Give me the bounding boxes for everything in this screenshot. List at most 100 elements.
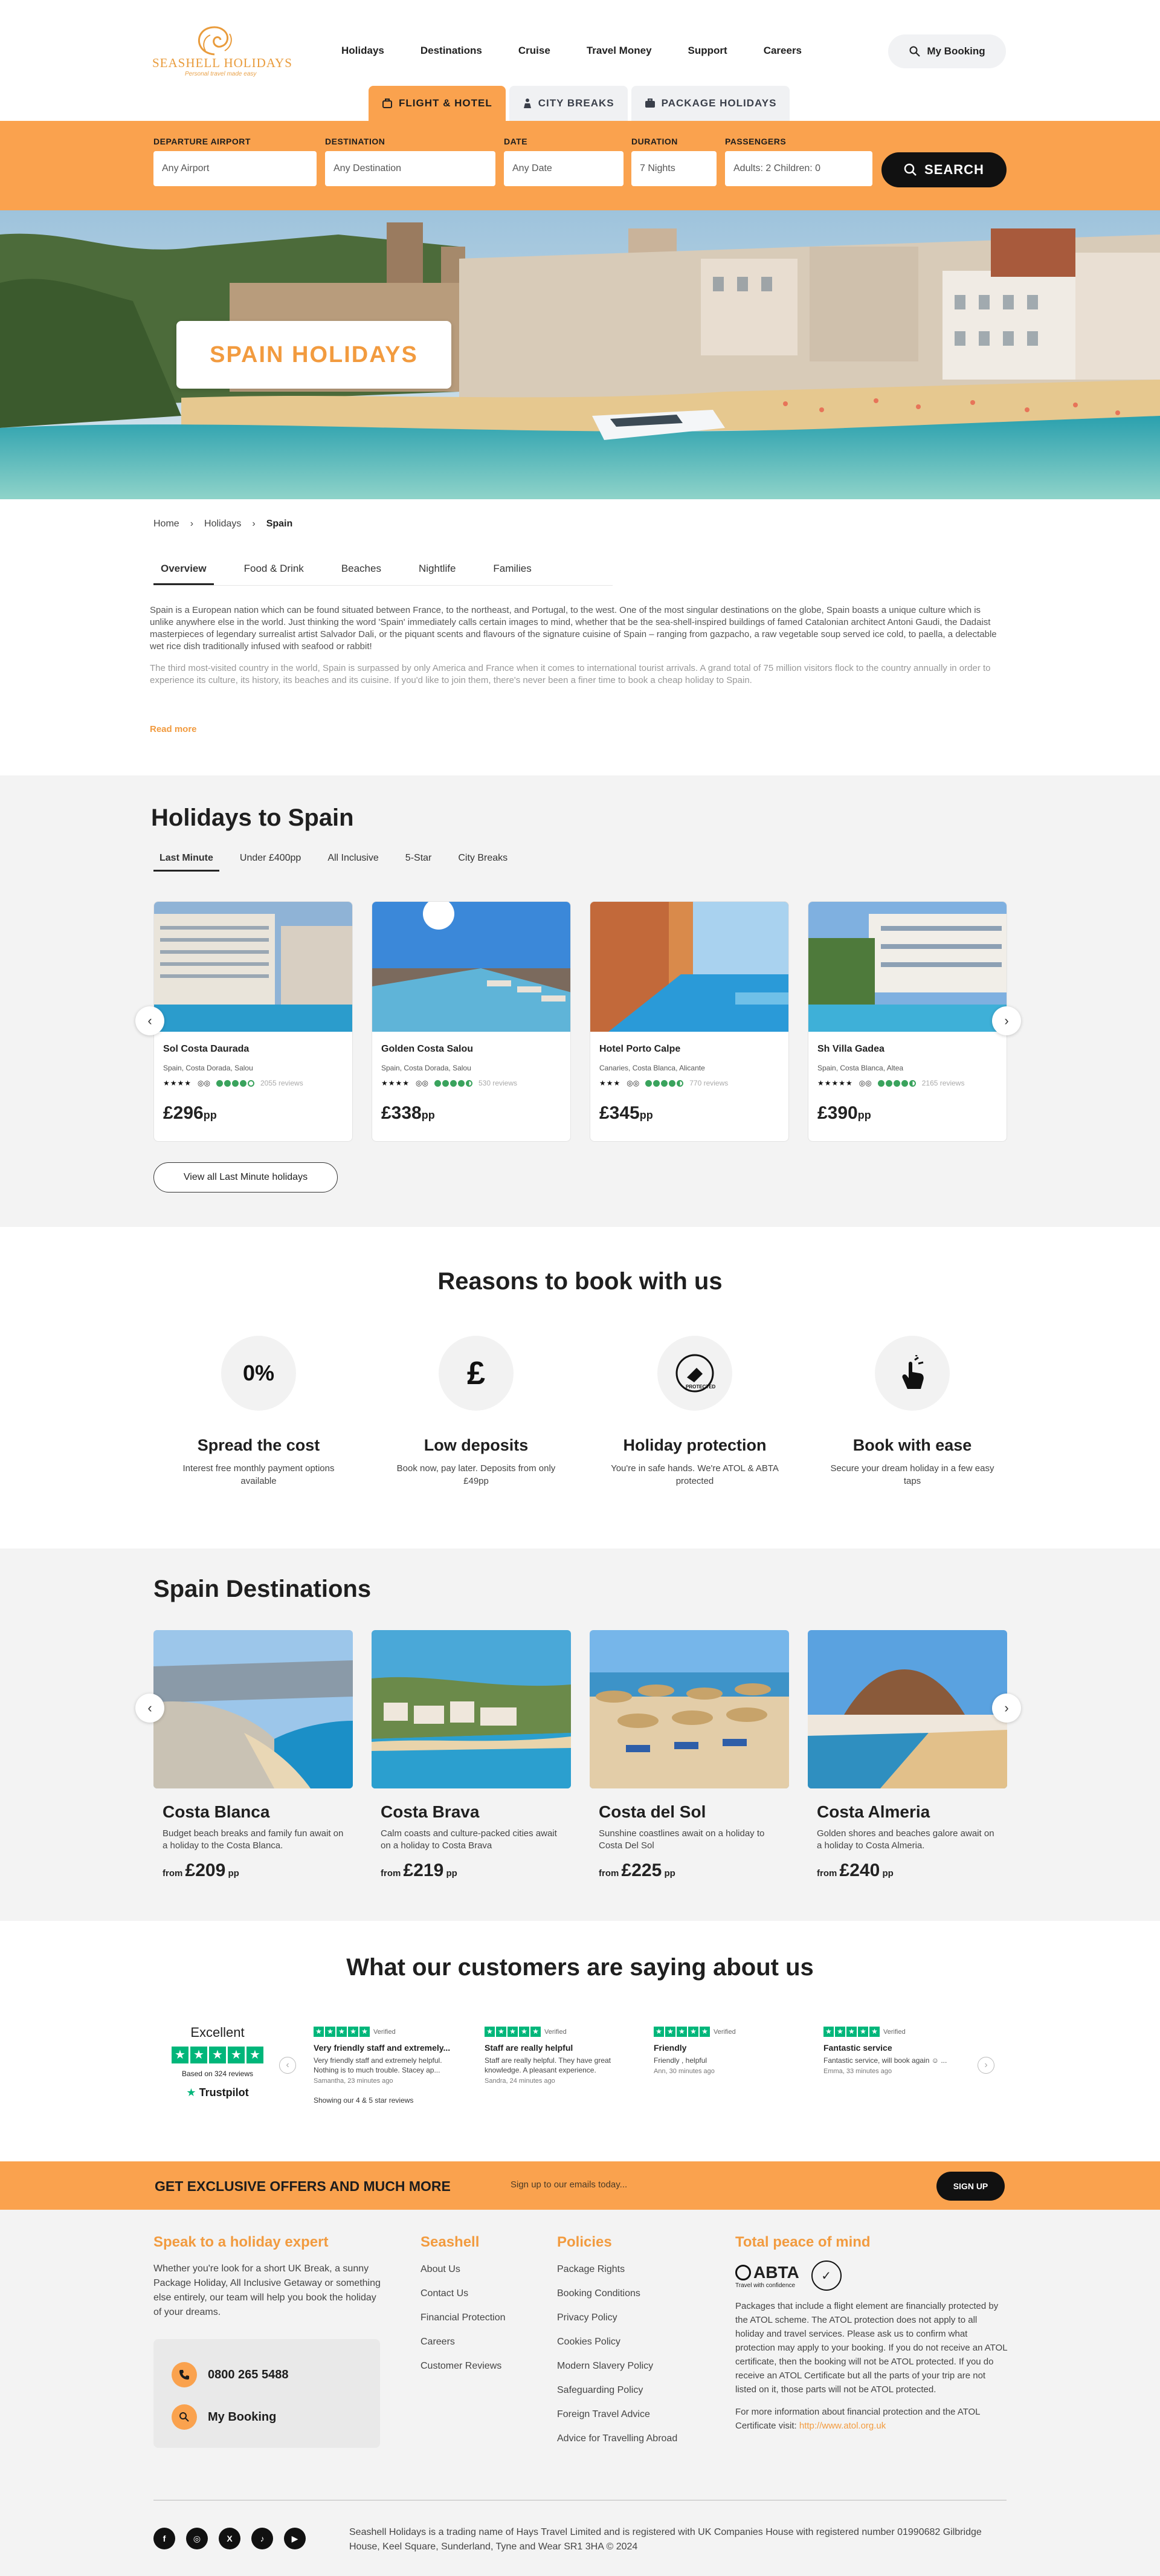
- reviews-next-button[interactable]: ›: [978, 2057, 994, 2074]
- review-card[interactable]: ★ ★ ★ ★ ★ Verified Very friendly staff and ex…: [314, 2027, 465, 2085]
- destination-card[interactable]: Costa Almeria Golden shores and beaches …: [808, 1630, 1007, 1884]
- nav-travel-money[interactable]: Travel Money: [569, 45, 670, 57]
- tab-last-minute[interactable]: Last Minute: [153, 850, 219, 872]
- view-all-button[interactable]: View all Last Minute holidays: [153, 1162, 338, 1193]
- tab-overview[interactable]: Overview: [153, 558, 214, 585]
- price-unit: pp: [882, 1868, 894, 1879]
- footer-link-modern-slavery[interactable]: Modern Slavery Policy: [557, 2361, 677, 2372]
- review-card[interactable]: ★ ★ ★ ★ ★ Verified Friendly Friendly , helpfu…: [654, 2027, 805, 2075]
- passengers-select[interactable]: Adults: 2 Children: 0: [725, 151, 872, 186]
- carousel-next-button[interactable]: ›: [992, 1694, 1021, 1723]
- tab-all-inclusive[interactable]: All Inclusive: [321, 850, 384, 872]
- tab-5-star[interactable]: 5-Star: [399, 850, 438, 872]
- percent-icon: 0%: [221, 1336, 296, 1411]
- price-value: £345: [599, 1103, 640, 1123]
- date-field: DATE Any Date: [504, 137, 624, 186]
- tiktok-icon[interactable]: ♪: [251, 2528, 273, 2549]
- footer-expert-title: Speak to a holiday expert: [153, 2234, 329, 2250]
- price-value: £240: [839, 1860, 880, 1880]
- destination-price: from £225 pp: [599, 1860, 780, 1881]
- trustpilot-summary[interactable]: Excellent ★ ★ ★ ★ ★ Based on 324 reviews ★ T…: [166, 2025, 269, 2099]
- abta-logo-sub: Travel with confidence: [735, 2282, 796, 2289]
- destination-card[interactable]: Costa Brava Calm coasts and culture-pack…: [372, 1630, 571, 1884]
- logo-wordmark: SEASHELL HOLIDAYS: [152, 56, 292, 70]
- breadcrumb-holidays[interactable]: Holidays: [204, 519, 241, 529]
- destination-name: Costa del Sol: [599, 1802, 706, 1821]
- footer-link-booking-conditions[interactable]: Booking Conditions: [557, 2288, 677, 2299]
- footer-link-careers[interactable]: Careers: [420, 2337, 506, 2348]
- tab-flight-hotel[interactable]: FLIGHT & HOTEL: [369, 86, 506, 121]
- tab-under-400[interactable]: Under £400pp: [234, 850, 307, 872]
- read-more-link[interactable]: Read more: [150, 724, 197, 734]
- holiday-card[interactable]: Golden Costa Salou Spain, Costa Dorada, …: [372, 901, 571, 1142]
- accreditation-logos: ABTA Travel with confidence ✓: [735, 2260, 1007, 2291]
- nav-cruise[interactable]: Cruise: [500, 45, 569, 57]
- destination-card[interactable]: Costa Blanca Budget beach breaks and fam…: [153, 1630, 353, 1884]
- breadcrumb-home[interactable]: Home: [153, 519, 179, 529]
- footer-booking-link[interactable]: My Booking: [172, 2404, 276, 2430]
- departure-field: DEPARTURE AIRPORT Any Airport: [153, 137, 317, 186]
- nav-holidays[interactable]: Holidays: [341, 45, 402, 57]
- footer-link-foreign-travel[interactable]: Foreign Travel Advice: [557, 2409, 677, 2420]
- nav-support[interactable]: Support: [670, 45, 746, 57]
- carousel-prev-button[interactable]: ‹: [135, 1006, 164, 1035]
- atol-link[interactable]: http://www.atol.org.uk: [799, 2421, 886, 2431]
- nav-careers[interactable]: Careers: [746, 45, 820, 57]
- newsletter-email-input[interactable]: Sign up to our emails today...: [511, 2180, 627, 2190]
- nav-destinations[interactable]: Destinations: [402, 45, 500, 57]
- date-select[interactable]: Any Date: [504, 151, 624, 186]
- facebook-icon[interactable]: f: [153, 2528, 175, 2549]
- tab-city-breaks[interactable]: CITY BREAKS: [509, 86, 628, 121]
- holiday-card[interactable]: Sol Costa Daurada Spain, Costa Dorada, S…: [153, 901, 353, 1142]
- holiday-card[interactable]: Sh Villa Gadea Spain, Costa Blanca, Alte…: [808, 901, 1007, 1142]
- destination-select[interactable]: Any Destination: [325, 151, 495, 186]
- hero-image: [0, 210, 1160, 499]
- footer-link-financial-protection[interactable]: Financial Protection: [420, 2312, 506, 2323]
- holiday-card[interactable]: Hotel Porto Calpe Canaries, Costa Blanca…: [590, 901, 789, 1142]
- footer-seashell-links: Seashell About Us Contact Us Financial P…: [420, 2234, 506, 2372]
- destination-card[interactable]: Costa del Sol Sunshine coastlines await …: [590, 1630, 789, 1884]
- duration-select[interactable]: 7 Nights: [631, 151, 717, 186]
- my-booking-button[interactable]: My Booking: [888, 34, 1006, 68]
- tab-package-holidays[interactable]: PACKAGE HOLIDAYS: [631, 86, 790, 121]
- tab-city-breaks-holidays[interactable]: City Breaks: [452, 850, 514, 872]
- sign-up-button[interactable]: SIGN UP: [936, 2172, 1005, 2201]
- review-card[interactable]: ★ ★ ★ ★ ★ Verified Staff are really helpful S…: [485, 2027, 636, 2085]
- newsletter-bar: GET EXCLUSIVE OFFERS AND MUCH MORE Sign …: [0, 2161, 1160, 2210]
- footer-link-cookies[interactable]: Cookies Policy: [557, 2337, 677, 2348]
- carousel-next-button[interactable]: ›: [992, 1006, 1021, 1035]
- logo[interactable]: SEASHELL HOLIDAYS Personal travel made e…: [151, 24, 292, 82]
- tab-nightlife[interactable]: Nightlife: [411, 558, 463, 585]
- verified-badge: Verified: [714, 2028, 736, 2036]
- reason-title: Spread the cost: [197, 1436, 320, 1454]
- footer-link-reviews[interactable]: Customer Reviews: [420, 2361, 506, 2372]
- tab-beaches[interactable]: Beaches: [334, 558, 388, 585]
- reviews-prev-button[interactable]: ‹: [279, 2057, 296, 2074]
- review-card[interactable]: ★ ★ ★ ★ ★ Verified Fantastic service Fantasti…: [823, 2027, 975, 2075]
- holiday-cards: Sol Costa Daurada Spain, Costa Dorada, S…: [153, 901, 1007, 1142]
- reason-item: Book with ease Secure your dream holiday…: [828, 1336, 997, 1487]
- footer-link-privacy[interactable]: Privacy Policy: [557, 2312, 677, 2323]
- departure-select[interactable]: Any Airport: [153, 151, 317, 186]
- footer-link-advice-abroad[interactable]: Advice for Travelling Abroad: [557, 2433, 677, 2444]
- review-body: Very friendly staff and extremely helpfu…: [314, 2056, 442, 2074]
- tab-food-drink[interactable]: Food & Drink: [237, 558, 311, 585]
- phone-link[interactable]: 0800 265 5488: [172, 2362, 288, 2387]
- review-stars: ★ ★ ★ ★ ★: [823, 2027, 880, 2037]
- carousel-prev-button[interactable]: ‹: [135, 1694, 164, 1723]
- destination-image: [808, 1630, 1007, 1788]
- price-value: £296: [163, 1103, 204, 1123]
- footer-link-contact[interactable]: Contact Us: [420, 2288, 506, 2299]
- review-count: 2165 reviews: [921, 1079, 965, 1087]
- footer-link-package-rights[interactable]: Package Rights: [557, 2264, 677, 2275]
- instagram-icon[interactable]: ◎: [186, 2528, 208, 2549]
- footer-peace-of-mind: Total peace of mind ABTA Travel with con…: [735, 2234, 1007, 2433]
- footer-link-about[interactable]: About Us: [420, 2264, 506, 2275]
- tab-families[interactable]: Families: [486, 558, 538, 585]
- destination-price: from £240 pp: [817, 1860, 998, 1881]
- search-button[interactable]: SEARCH: [881, 152, 1007, 187]
- footer-link-safeguarding[interactable]: Safeguarding Policy: [557, 2385, 677, 2396]
- reasons-title: Reasons to book with us: [437, 1268, 723, 1295]
- x-twitter-icon[interactable]: X: [219, 2528, 240, 2549]
- youtube-icon[interactable]: ▶: [284, 2528, 306, 2549]
